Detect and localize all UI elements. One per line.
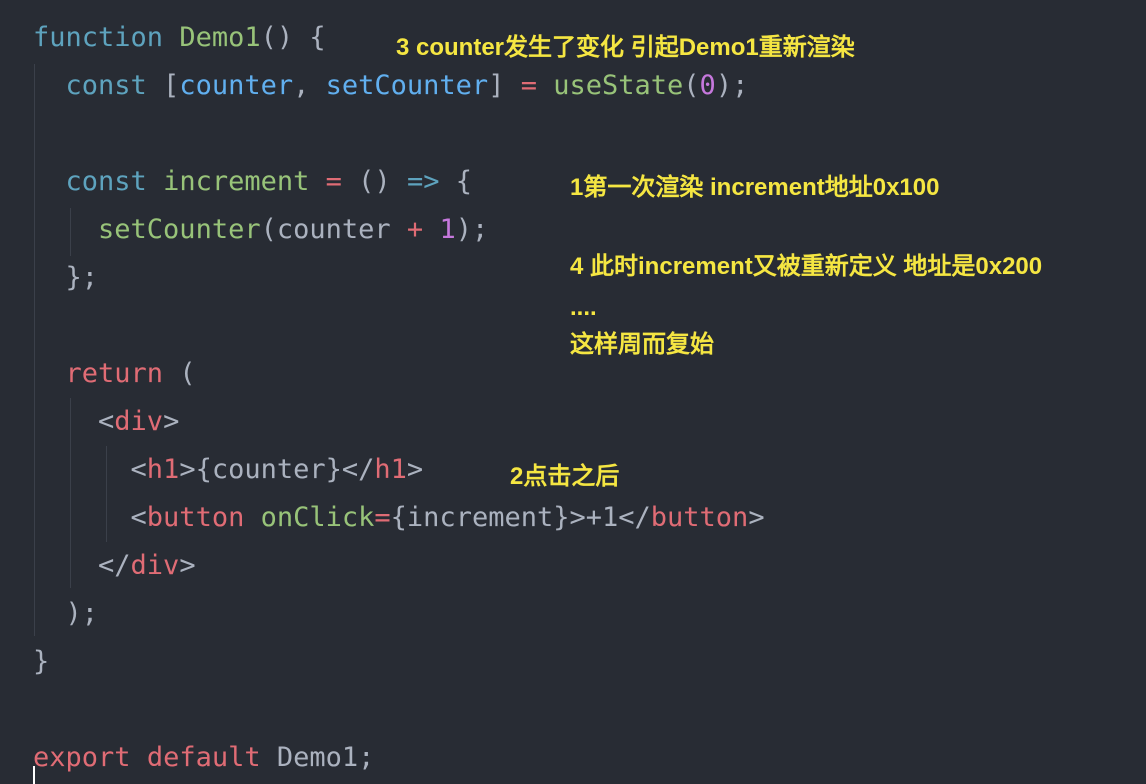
annotation-step-3: 3 counter发生了变化 引起Demo1重新渲染 [396,34,855,61]
code-token-keyword: function [33,22,164,53]
code-token-keyword: const [65,166,147,197]
code-token-plain: ] [488,70,521,101]
annotation-step-2: 2点击之后 [510,463,620,490]
code-line[interactable]: <div> [33,398,179,446]
code-line[interactable]: ); [33,590,99,638]
code-token-keyword_pink: export [33,742,131,773]
code-token-plain: >{counter}</ [179,454,375,485]
code-token-plain: ( [163,358,196,389]
code-token-plain: </ [33,550,131,581]
code-token-plain: < [33,454,147,485]
code-token-plain: > [406,454,424,485]
code-token-function: setCounter [98,214,261,245]
code-token-plain: ); [455,214,489,245]
code-token-function: useState [553,70,684,101]
code-line[interactable]: </div> [33,542,196,590]
code-token-variable: counter [179,70,294,101]
code-token-plain: < [33,406,115,437]
code-token-keyword: => [406,166,440,197]
code-token-keyword: const [65,70,147,101]
code-line[interactable]: <button onClick={increment}>+1</button> [33,494,765,542]
code-token-plain: () { [260,22,326,53]
code-token-function: Demo1 [179,22,261,53]
annotation-ellipsis: .... [570,294,597,321]
code-token-keyword_pink: return [65,358,164,389]
code-token-plain: > [179,550,196,581]
code-token-keyword_pink: default [146,742,261,773]
code-token-plain: () [341,166,407,197]
code-token-plain: }; [33,262,99,293]
code-token-tag: h1 [374,454,407,485]
code-line[interactable]: } [33,638,49,686]
code-token-plain: > [163,406,180,437]
code-token-tag: button [650,502,749,533]
text-cursor [33,766,35,784]
code-token-plain: { [439,166,472,197]
code-token-tag: button [146,502,245,533]
code-token-plain: < [33,502,147,533]
code-token-operator: + [406,214,424,245]
annotation-step-4: 4 此时increment又被重新定义 地址是0x200 [570,253,1043,280]
code-token-tag: h1 [146,454,180,485]
code-line[interactable]: setCounter(counter + 1); [33,206,488,254]
code-token-operator: = [520,70,537,101]
code-token-tag: div [114,406,164,437]
code-token-plain: > [748,502,765,533]
code-token-plain: ); [33,598,99,629]
code-line[interactable]: const increment = () => { [33,158,472,206]
code-token-plain: , [293,70,326,101]
code-token-number: 1 [439,214,456,245]
code-token-plain: ); [715,70,749,101]
annotation-step-1: 1第一次渲染 increment地址0x100 [570,174,940,201]
code-token-variable: setCounter [325,70,489,101]
code-token-tag: div [130,550,180,581]
code-line[interactable]: const [counter, setCounter] = useState(0… [33,62,749,110]
annotation-cycle: 这样周而复始 [570,331,714,358]
code-token-plain: (counter [260,214,407,245]
code-token-operator: = [325,166,342,197]
code-token-plain: [ [146,70,180,101]
code-token-plain: Demo1; [260,742,375,773]
code-line[interactable]: return ( [33,350,196,398]
code-line[interactable]: export default Demo1; [33,734,374,782]
code-token-plain: {increment}>+1</ [390,502,651,533]
code-token-operator: = [374,502,391,533]
code-token-plain: } [33,646,50,677]
code-token-function: onClick [260,502,375,533]
code-token-number: 0 [699,70,716,101]
code-line[interactable]: function Demo1() { [33,14,326,62]
code-line[interactable]: }; [33,254,99,302]
code-line[interactable]: <h1>{counter}</h1> [33,446,424,494]
code-token-function: increment [163,166,310,197]
code-token-plain: ( [683,70,700,101]
code-editor[interactable]: function Demo1() { const [counter, setCo… [0,0,1146,784]
